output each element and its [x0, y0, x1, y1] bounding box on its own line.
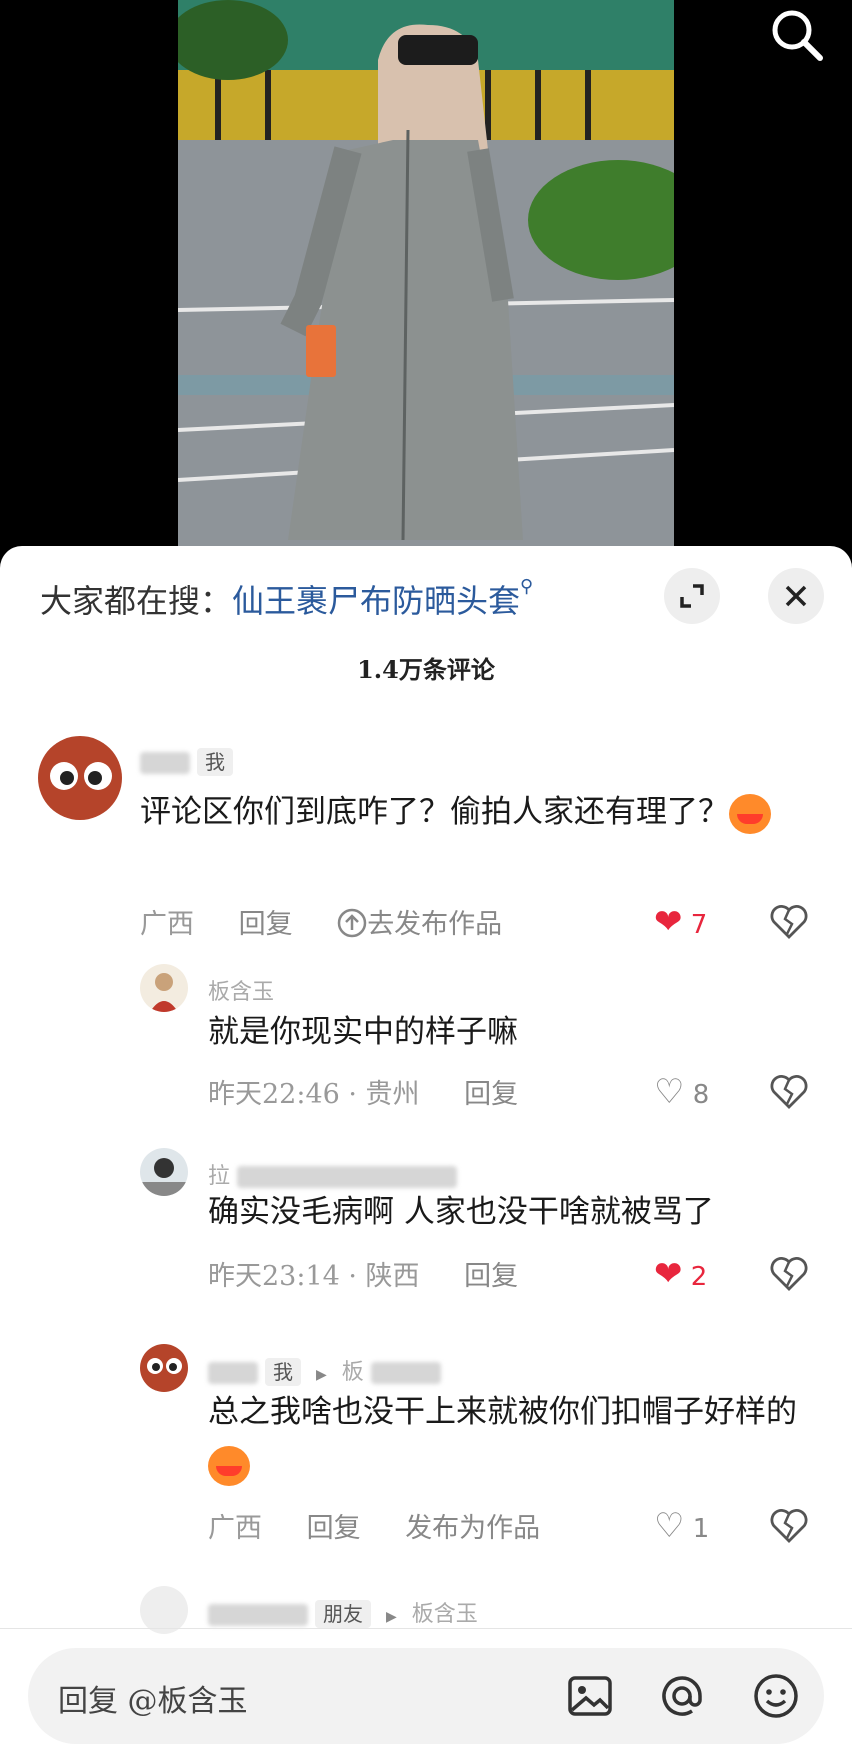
- reply-username[interactable]: 板含玉: [208, 974, 274, 1006]
- emoji-icon: [208, 1445, 250, 1486]
- comment-username[interactable]: 我: [140, 746, 233, 776]
- broken-heart-icon: [770, 1509, 808, 1543]
- broken-heart-icon: [770, 905, 808, 939]
- input-divider: [0, 1628, 852, 1629]
- expand-button[interactable]: [664, 568, 720, 624]
- heart-filled-icon: ❤: [654, 902, 683, 942]
- reply-button[interactable]: 回复: [307, 1513, 361, 1544]
- comment-location: 广西: [140, 909, 194, 940]
- reply-time-location: 昨天23:14 · 陕西: [208, 1261, 420, 1292]
- reply-arrow-icon: ▶: [386, 1609, 397, 1625]
- avatar[interactable]: [140, 1586, 188, 1634]
- dislike-button[interactable]: [770, 1074, 808, 1114]
- avatar[interactable]: [140, 1344, 188, 1392]
- emoji-button[interactable]: [750, 1670, 802, 1722]
- upload-icon: [337, 908, 367, 938]
- comment-text: 评论区你们到底咋了？偷拍人家还有理了？: [140, 786, 780, 838]
- dislike-button[interactable]: [770, 904, 808, 944]
- reply-username[interactable]: 朋友 ▶ 板含玉: [208, 1596, 478, 1628]
- reply-input-placeholder: 回复 @板含玉: [58, 1684, 248, 1719]
- publish-work-button[interactable]: 发布为作品: [405, 1513, 540, 1544]
- like-button[interactable]: ♡ 8: [654, 1072, 709, 1112]
- reply-text: 就是你现实中的样子嘛: [208, 1014, 518, 1050]
- author-tag: 我: [265, 1358, 301, 1386]
- reply-meta: 广西 回复 发布为作品: [208, 1506, 576, 1545]
- reply-button[interactable]: 回复: [464, 1079, 518, 1110]
- avatar[interactable]: [140, 964, 188, 1012]
- heart-filled-icon: ❤: [654, 1254, 683, 1294]
- image-button[interactable]: [564, 1670, 616, 1722]
- comment-sheet: 大家都在搜：仙王裹尸布防晒头套⚲ 1.4万条评论 我 评论区你们到底咋了？偷拍人…: [0, 546, 852, 1762]
- reply-button[interactable]: 回复: [464, 1261, 518, 1292]
- like-button[interactable]: ♡ 1: [654, 1506, 709, 1546]
- reply-time-location: 昨天22:46 · 贵州: [208, 1079, 420, 1110]
- publish-work-button[interactable]: 去发布作品: [337, 908, 538, 940]
- reply-input[interactable]: 回复 @板含玉: [28, 1648, 824, 1744]
- reply-username[interactable]: 我 ▶ 板: [208, 1354, 441, 1386]
- author-tag: 我: [197, 748, 233, 776]
- comment-count: 1.4万条评论: [357, 655, 495, 684]
- friend-tag: 朋友: [315, 1600, 371, 1628]
- expand-icon: [680, 584, 704, 608]
- avatar[interactable]: [38, 736, 122, 820]
- trending-keyword-link[interactable]: 仙王裹尸布防晒头套: [232, 582, 520, 620]
- like-count: 8: [692, 1080, 710, 1110]
- close-button[interactable]: [768, 568, 824, 624]
- dislike-button[interactable]: [770, 1508, 808, 1548]
- mention-button[interactable]: [656, 1670, 708, 1722]
- broken-heart-icon: [770, 1257, 808, 1291]
- broken-heart-icon: [770, 1075, 808, 1109]
- like-count: 2: [690, 1262, 708, 1292]
- reply-location: 广西: [208, 1513, 262, 1544]
- emoji-icon: [729, 793, 771, 834]
- avatar[interactable]: [140, 1148, 188, 1196]
- like-button[interactable]: ❤ 7: [654, 902, 707, 942]
- trending-search[interactable]: 大家都在搜：仙王裹尸布防晒头套⚲: [40, 576, 533, 622]
- like-count: 7: [690, 910, 708, 940]
- comment-meta: 广西 回复 去发布作品: [140, 902, 574, 941]
- like-count: 1: [692, 1514, 710, 1544]
- smiley-icon: [754, 1674, 798, 1718]
- reply-text: 总之我啥也没干上来就被你们扣帽子好样的: [208, 1386, 828, 1490]
- video-area[interactable]: [0, 0, 852, 560]
- trending-prefix: 大家都在搜：: [40, 582, 233, 620]
- at-icon: [662, 1676, 702, 1716]
- heart-outline-icon: ♡: [654, 1506, 685, 1546]
- search-icon: [772, 10, 823, 61]
- reply-meta: 昨天22:46 · 贵州 回复: [208, 1072, 554, 1111]
- video-frame[interactable]: [178, 0, 674, 560]
- reply-text: 确实没毛病啊 人家也没干啥就被骂了: [208, 1194, 714, 1230]
- dislike-button[interactable]: [770, 1256, 808, 1296]
- image-icon: [568, 1676, 612, 1716]
- reply-button[interactable]: 回复: [239, 909, 293, 940]
- search-button[interactable]: [766, 4, 828, 66]
- like-button[interactable]: ❤ 2: [654, 1254, 707, 1294]
- reply-meta: 昨天23:14 · 陕西 回复: [208, 1254, 554, 1293]
- close-icon: [785, 585, 807, 607]
- reply-arrow-icon: ▶: [316, 1367, 327, 1383]
- heart-outline-icon: ♡: [654, 1072, 685, 1112]
- small-search-icon: ⚲: [520, 576, 534, 597]
